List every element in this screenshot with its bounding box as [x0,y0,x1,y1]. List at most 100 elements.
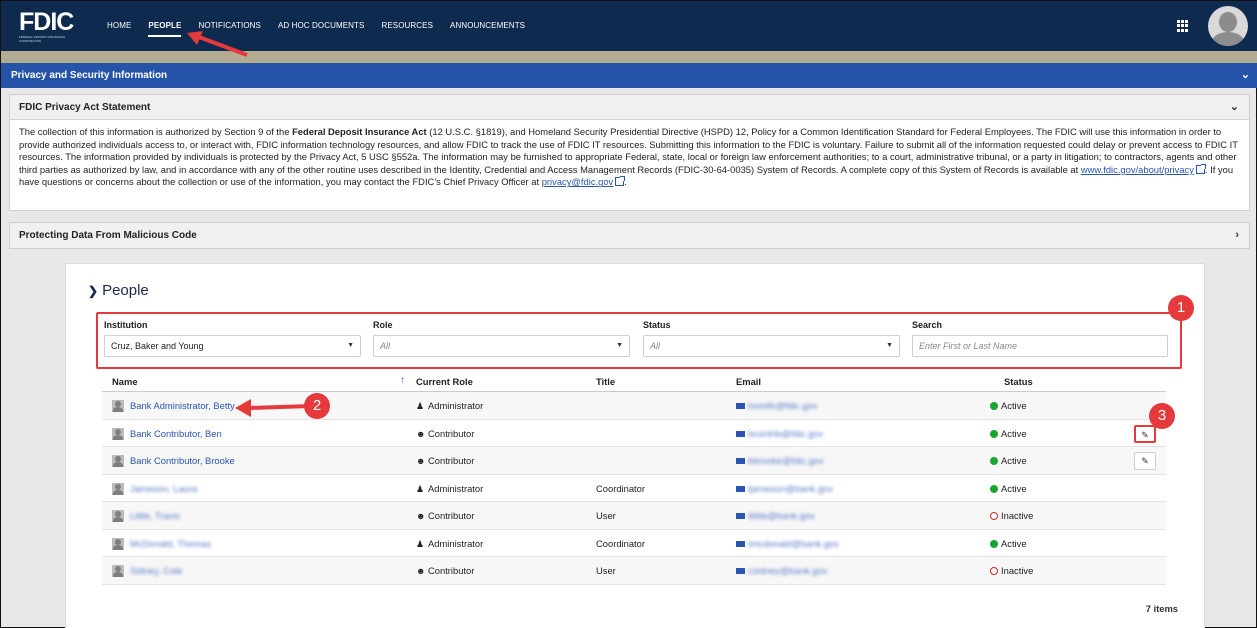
nav-resources[interactable]: RESOURCES [381,1,433,51]
role-cell: ☻ Contributor [416,502,474,530]
malicious-code-title: Protecting Data From Malicious Code [19,230,197,241]
chevron-right-icon: › [1235,229,1239,241]
email-cell[interactable]: tlittle@bank.gov [736,502,815,530]
email-text: tlittle@bank.gov [748,510,815,521]
email-cell[interactable]: bsmith@fdic.gov [736,392,817,420]
users-icon: ♟ [416,483,425,494]
chevron-down-icon: ⌄ [1240,69,1250,81]
privacy-security-banner[interactable]: Privacy and Security Information ⌄ [1,63,1257,88]
privacy-act-header[interactable]: FDIC Privacy Act Statement ⌄ [10,95,1249,120]
privacy-act-panel: FDIC Privacy Act Statement ⌄ The collect… [9,94,1250,211]
annotation-badge-3: 3 [1149,403,1175,429]
edit-button[interactable]: ✎ [1134,424,1156,443]
user-avatar-icon [112,427,124,440]
edit-icon: ✎ [1141,456,1149,466]
privacy-act-text: The collection of this information is au… [10,120,1249,195]
status-cell: Active [990,392,1027,420]
person-name-link[interactable]: Jameson, Laura [130,475,197,503]
external-link-icon [615,176,626,187]
status-cell: Active [990,420,1027,448]
person-name-link[interactable]: Little, Travis [130,502,180,530]
users-icon: ♟ [416,401,425,411]
privacy-email-link[interactable]: privacy@fdic.gov [542,176,614,187]
table-row: Jameson, Laura ♟ Administrator Coordinator l… [102,475,1166,503]
nav-people[interactable]: PEOPLE [148,1,182,51]
email-cell[interactable]: bcontrib@fdic.gov [736,420,823,448]
table-row: Sidney, Cole ☻ Contributor User csidney@bank… [102,557,1166,585]
filters-highlight: Institution Cruz, Baker and Young ▼ Role… [96,312,1182,369]
title-cell: Coordinator [596,482,645,494]
role-cell: ♟ Administrator [416,392,483,420]
nav-menu: HOME PEOPLE NOTIFICATIONS AD HOC DOCUMEN… [107,1,542,51]
status-cell: Active [990,475,1027,503]
email-cell[interactable]: ljameson@bank.gov [736,475,833,503]
role-cell: ♟ Administrator [416,530,483,558]
user-icon: ☻ [416,428,426,439]
col-current-role[interactable]: Current Role [416,376,473,387]
search-input[interactable]: Enter First or Last Name [912,335,1168,357]
nav-home[interactable]: HOME [107,1,131,51]
person-name-link[interactable]: Sidney, Cole [130,557,182,585]
email-text: bsmith@fdic.gov [748,400,818,411]
privacy-url-link[interactable]: www.fdic.gov/about/privacy [1081,164,1194,175]
person-name-link[interactable]: Bank Administrator, Betty [130,392,235,420]
col-name[interactable]: Name [112,376,138,387]
status-select[interactable]: All ▼ [643,335,900,357]
email-text: tmcdonald@bank.gov [748,537,839,549]
status-text: Active [1001,537,1027,549]
status-dot-icon [990,512,998,520]
status-text: Active [1001,427,1027,439]
role-cell: ♟ Administrator [416,475,483,503]
search-placeholder: Enter First or Last Name [919,341,1018,351]
people-section-toggle[interactable]: ❯ People [88,282,149,299]
role-text: Administrator [428,537,484,549]
privacy-act-title: FDIC Privacy Act Statement [19,102,151,113]
person-name-link[interactable]: McDonald, Thomas [130,530,211,558]
status-dot-icon [990,539,998,548]
col-title[interactable]: Title [596,376,615,387]
envelope-icon [736,458,745,464]
user-avatar-icon [112,482,124,495]
person-name-link[interactable]: Bank Contributor, Ben [130,420,222,448]
edit-button[interactable]: ✎ [1134,452,1156,470]
email-cell[interactable]: tmcdonald@bank.gov [736,530,839,558]
annotation-badge-1: 1 [1168,295,1194,321]
sort-arrow-icon[interactable]: ↑ [400,375,405,386]
external-link-icon [1195,163,1206,174]
user-avatar[interactable] [1208,6,1248,46]
institution-select[interactable]: Cruz, Baker and Young ▼ [104,335,361,357]
title-cell: Coordinator [596,537,645,549]
malicious-code-header[interactable]: Protecting Data From Malicious Code › [10,223,1249,248]
caret-down-icon: ▼ [616,342,623,349]
status-dot-icon [990,484,998,493]
envelope-icon [736,568,745,574]
role-value: All [380,341,391,351]
email-cell[interactable]: bbrooke@fdic.gov [736,447,824,475]
fdic-logo[interactable]: FDIC FEDERAL DEPOSIT INSURANCE CORPORATI… [19,9,79,43]
search-filter: Search Enter First or Last Name [912,320,1168,357]
search-label: Search [912,320,943,330]
status-dot-icon [990,402,998,410]
people-card: ❯ People Institution Cruz, Baker and Youn… [65,263,1205,628]
table-row: Bank Contributor, Brooke ☻ Contributor bbro… [102,447,1166,475]
role-select[interactable]: All ▼ [373,335,630,357]
institution-filter: Institution Cruz, Baker and Young ▼ [104,320,361,357]
apps-grid-icon[interactable] [1177,20,1189,32]
user-avatar-icon [112,565,124,577]
user-avatar-icon [112,510,124,522]
col-status[interactable]: Status [1004,376,1033,387]
nav-ad-hoc-documents[interactable]: AD HOC DOCUMENTS [278,1,365,51]
envelope-icon [736,540,745,547]
person-name-link[interactable]: Bank Contributor, Brooke [130,447,235,475]
col-email[interactable]: Email [736,376,761,387]
nav-announcements[interactable]: ANNOUNCEMENTS [450,1,525,51]
logo-text: FDIC [19,8,74,36]
user-avatar-icon [112,537,124,550]
title-cell: User [596,565,616,576]
edit-icon: ✎ [1141,429,1149,440]
status-filter: Status All ▼ [643,320,900,357]
status-text: Inactive [1001,510,1034,521]
email-cell[interactable]: csidney@bank.gov [736,557,827,585]
status-cell: Active [990,530,1027,558]
title-cell: User [596,510,616,521]
